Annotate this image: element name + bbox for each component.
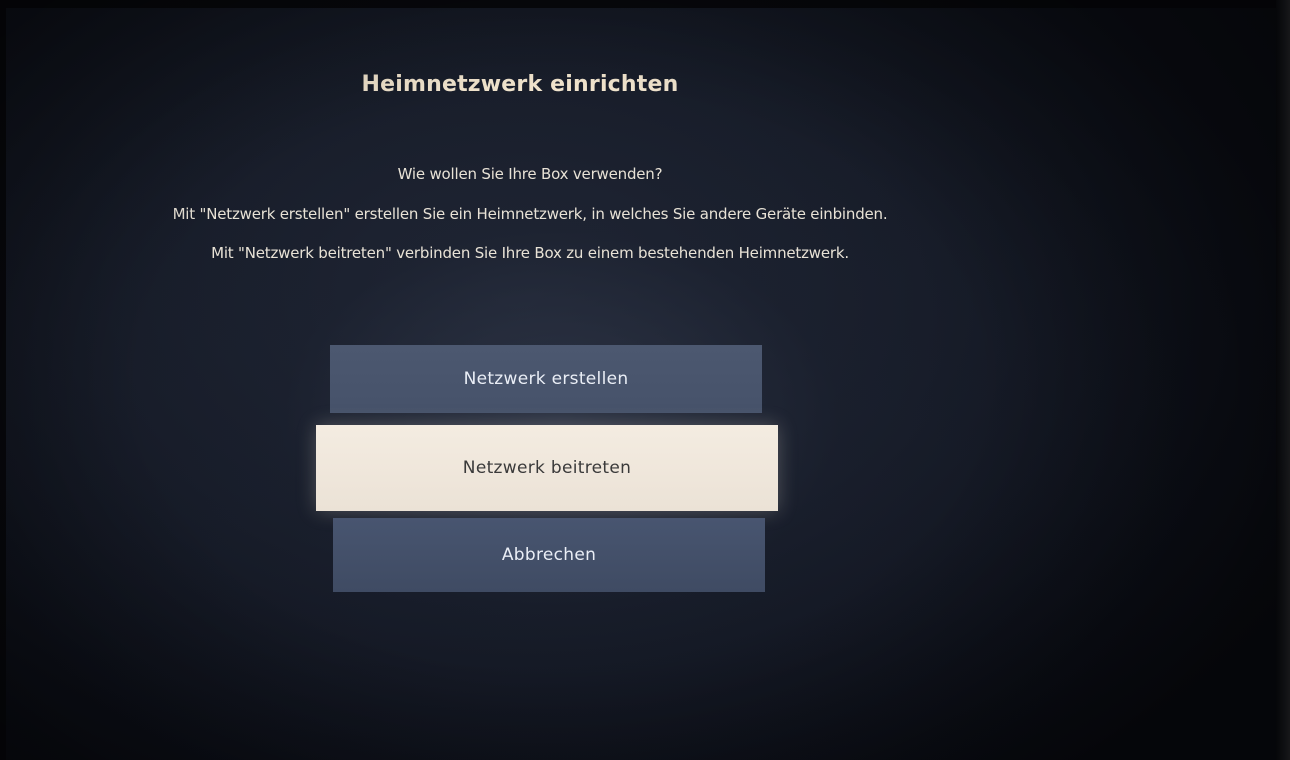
create-network-button[interactable]: Netzwerk erstellen — [330, 345, 762, 413]
create-network-button-label: Netzwerk erstellen — [463, 369, 629, 389]
tv-bezel-top — [0, 0, 1290, 8]
join-network-button-label: Netzwerk beitreten — [462, 458, 632, 478]
cancel-button[interactable]: Abbrechen — [333, 518, 765, 592]
dialog-title: Heimnetzwerk einrichten — [361, 72, 679, 97]
join-network-button[interactable]: Netzwerk beitreten — [316, 425, 778, 511]
dialog-description-create: Mit "Netzwerk erstellen" erstellen Sie e… — [172, 205, 888, 223]
tv-bezel-left — [0, 0, 6, 760]
tv-screen: Heimnetzwerk einrichten Wie wollen Sie I… — [0, 0, 1290, 760]
dialog-description-join: Mit "Netzwerk beitreten" verbinden Sie I… — [211, 244, 849, 262]
cancel-button-label: Abbrechen — [501, 545, 597, 565]
tv-bezel-right — [1276, 0, 1290, 760]
dialog-question: Wie wollen Sie Ihre Box verwenden? — [397, 165, 663, 183]
